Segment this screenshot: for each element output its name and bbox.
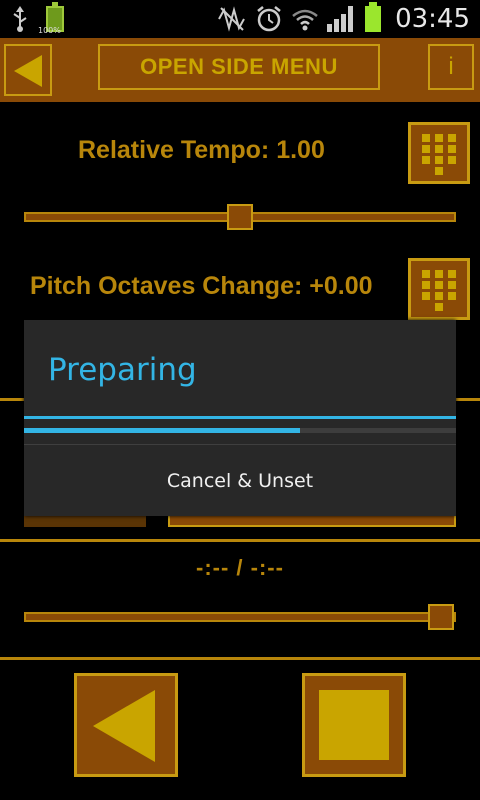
keypad-dot [435,270,443,278]
wifi-icon [292,9,318,31]
keypad-dot [448,134,456,142]
status-right: 03:45 [217,2,470,34]
keypad-dot [422,134,430,142]
keypad-dot [435,134,443,142]
tempo-slider-thumb[interactable] [227,204,253,230]
stop-button[interactable] [302,673,406,777]
top-toolbar: OPEN SIDE MENU i [0,38,480,102]
dialog-title-divider [24,416,456,419]
open-side-menu-button[interactable]: OPEN SIDE MENU [98,44,380,90]
usb-icon [13,6,27,32]
keypad-dot [422,270,430,278]
hidden-control-left [24,515,146,527]
position-slider[interactable] [24,604,456,630]
previous-button[interactable] [74,673,178,777]
stop-icon [319,690,389,760]
keypad-dot [422,156,430,164]
keypad-dot [422,145,430,153]
cancel-unset-button[interactable]: Cancel & Unset [24,445,456,516]
pitch-label: Pitch Octaves Change: +0.00 [30,272,373,300]
battery-icon [365,2,382,32]
keypad-dot [448,270,456,278]
time-display: -:-- / -:-- [196,555,284,580]
keypad-dot [435,145,443,153]
separator [0,657,480,660]
clock: 03:45 [395,4,470,34]
keypad-dot [435,303,443,311]
pitch-keypad-button[interactable] [408,258,470,320]
alarm-icon [257,6,281,32]
keypad-icon [422,134,458,175]
tempo-keypad-button[interactable] [408,122,470,184]
keypad-dot [422,281,430,289]
position-slider-thumb[interactable] [428,604,454,630]
separator [0,539,480,542]
progress-bar-fill [24,428,301,433]
keypad-dot [448,292,456,300]
signal-icon [327,6,357,32]
keypad-dot [422,292,430,300]
keypad-dot [448,145,456,153]
keypad-icon [422,270,458,311]
tempo-label: Relative Tempo: 1.00 [78,136,325,164]
keypad-dot [448,156,456,164]
keypad-dot [435,156,443,164]
hidden-control-right [168,515,456,527]
previous-arrow-icon [93,690,155,762]
mute-icon [218,6,245,32]
keypad-dot [435,292,443,300]
info-button[interactable]: i [428,44,474,90]
progress-bar [24,428,456,433]
battery-percent: 100% [38,26,61,35]
status-bar: 100% 03:45 [0,0,480,38]
tempo-slider[interactable] [24,204,456,230]
preparing-dialog: Preparing Cancel & Unset [24,320,456,516]
dialog-title: Preparing [48,352,197,388]
keypad-dot [448,281,456,289]
back-button[interactable] [4,44,52,96]
keypad-dot [435,281,443,289]
back-arrow-icon [14,55,42,87]
keypad-dot [435,167,443,175]
